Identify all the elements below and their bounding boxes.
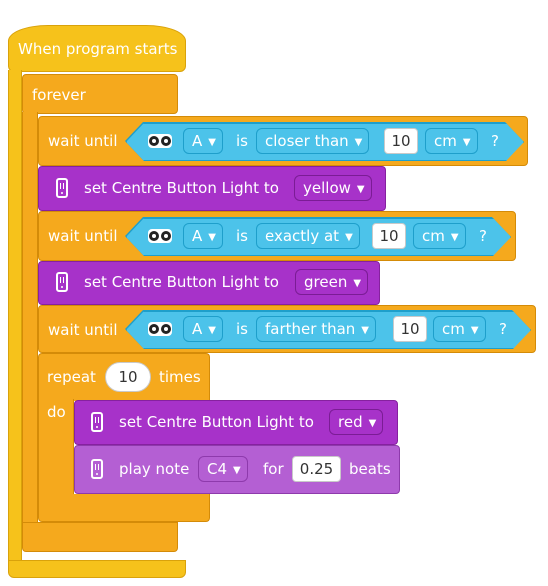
play-note-label: play note — [119, 460, 190, 478]
comparison-value: farther than — [265, 320, 356, 338]
unit-dropdown[interactable]: cm ▼ — [433, 316, 486, 342]
dropdown-caret-icon: ▼ — [208, 137, 216, 148]
set-light-label: set Centre Button Light to — [84, 273, 279, 291]
wait-until-label: wait until — [48, 132, 118, 150]
wait-until-label: wait until — [48, 321, 118, 339]
dropdown-caret-icon: ▼ — [208, 325, 216, 336]
question-mark: ? — [479, 227, 487, 245]
hub-icon — [91, 412, 103, 432]
do-label: do — [47, 403, 66, 421]
question-mark: ? — [499, 320, 507, 338]
dropdown-caret-icon: ▼ — [470, 325, 479, 336]
question-mark: ? — [491, 132, 499, 150]
wait-until-label: wait until — [48, 227, 118, 245]
comparison-dropdown[interactable]: farther than ▼ — [256, 316, 376, 342]
port-value: A — [192, 227, 203, 245]
forever-label: forever — [32, 86, 86, 104]
port-value: A — [192, 132, 203, 150]
ultrasonic-sensor-icon — [148, 229, 172, 243]
unit-value: cm — [434, 132, 457, 150]
hub-icon — [56, 178, 68, 198]
comparison-value: closer than — [265, 132, 349, 150]
distance-input[interactable]: 10 — [384, 128, 418, 154]
dropdown-caret-icon: ▼ — [208, 232, 216, 243]
unit-value: cm — [442, 320, 465, 338]
hub-icon — [56, 272, 68, 292]
event-block-spine — [8, 70, 22, 568]
port-value: A — [192, 320, 203, 338]
repeat-block-footer — [38, 494, 210, 522]
dropdown-caret-icon: ▼ — [450, 232, 459, 243]
unit-dropdown[interactable]: cm ▼ — [425, 128, 478, 154]
dropdown-caret-icon: ▼ — [368, 418, 377, 429]
comparison-dropdown[interactable]: exactly at ▼ — [256, 223, 360, 249]
dropdown-caret-icon: ▼ — [354, 137, 363, 148]
dropdown-caret-icon: ▼ — [345, 232, 353, 243]
distance-input[interactable]: 10 — [372, 223, 406, 249]
when-program-starts-block[interactable]: When program starts — [8, 25, 186, 72]
forever-block-footer — [22, 522, 178, 552]
unit-value: cm — [422, 227, 445, 245]
note-pitch-dropdown[interactable]: C4 ▼ — [198, 456, 248, 482]
repeat-label: repeat — [47, 368, 96, 386]
light-color-value: yellow — [303, 179, 351, 197]
dropdown-caret-icon: ▼ — [356, 184, 365, 195]
times-label: times — [159, 368, 201, 386]
distance-input[interactable]: 10 — [393, 316, 427, 342]
light-color-dropdown[interactable]: yellow ▼ — [294, 175, 372, 201]
event-block-footer — [8, 560, 186, 578]
note-pitch-value: C4 — [207, 460, 228, 478]
light-color-value: red — [338, 413, 363, 431]
dropdown-caret-icon: ▼ — [353, 278, 362, 289]
comparison-dropdown[interactable]: closer than ▼ — [256, 128, 370, 154]
ultrasonic-sensor-icon — [148, 322, 172, 336]
port-dropdown[interactable]: A ▼ — [183, 316, 223, 342]
light-color-dropdown[interactable]: red ▼ — [329, 409, 384, 435]
hub-icon — [91, 459, 103, 479]
beats-input[interactable]: 0.25 — [292, 456, 341, 482]
forever-block[interactable]: forever — [22, 74, 178, 114]
dropdown-caret-icon: ▼ — [361, 325, 369, 336]
dropdown-caret-icon: ▼ — [462, 137, 471, 148]
is-label: is — [236, 132, 248, 150]
for-label: for — [263, 460, 284, 478]
forever-block-spine — [22, 112, 38, 540]
light-color-value: green — [304, 273, 348, 291]
dropdown-caret-icon: ▼ — [233, 465, 241, 476]
hat-label: When program starts — [18, 40, 178, 58]
is-label: is — [236, 320, 248, 338]
set-light-label: set Centre Button Light to — [119, 413, 314, 431]
light-color-dropdown[interactable]: green ▼ — [295, 269, 369, 295]
beats-label: beats — [349, 460, 391, 478]
unit-dropdown[interactable]: cm ▼ — [413, 223, 466, 249]
comparison-value: exactly at — [265, 227, 340, 245]
repeat-count-input[interactable]: 10 — [105, 362, 151, 392]
is-label: is — [236, 227, 248, 245]
port-dropdown[interactable]: A ▼ — [183, 223, 223, 249]
ultrasonic-sensor-icon — [148, 134, 172, 148]
set-light-label: set Centre Button Light to — [84, 179, 279, 197]
port-dropdown[interactable]: A ▼ — [183, 128, 223, 154]
